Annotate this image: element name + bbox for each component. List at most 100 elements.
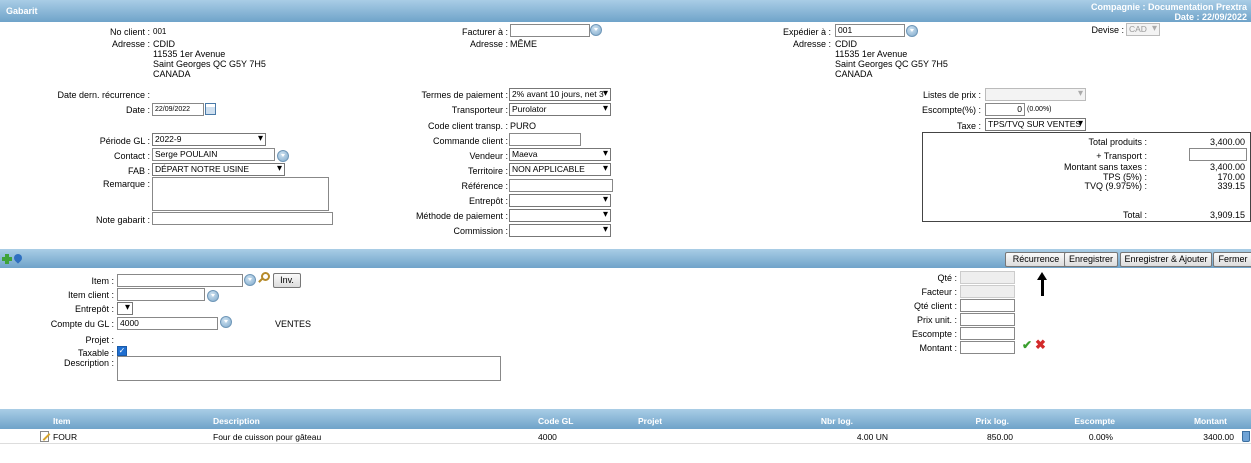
client-item-dropdown-icon[interactable] [207, 290, 219, 302]
client-no-value: 001 [153, 27, 167, 36]
client-item-input[interactable] [117, 288, 205, 301]
item-dropdown-icon[interactable] [244, 274, 256, 286]
col-item[interactable]: Item [53, 416, 70, 426]
gl-label: Compte du GL : [50, 319, 114, 329]
contact-label: Contact : [113, 151, 150, 161]
col-price[interactable]: Prix log. [975, 416, 1009, 426]
bill-address-label: Adresse : [469, 39, 508, 49]
date-label: Date : [125, 105, 150, 115]
contact-input[interactable]: Serge POULAIN [152, 148, 275, 161]
client-item-label: Item client : [67, 290, 114, 300]
discount-input[interactable]: 0 [985, 103, 1025, 116]
date-input[interactable]: 22/09/2022 [152, 103, 204, 116]
bill-address-value: MÊME [510, 39, 537, 49]
table-row[interactable]: FOUR Four de cuisson pour gâteau 4000 4.… [0, 429, 1251, 444]
fab-select[interactable]: DÉPART NOTRE USINE [152, 163, 285, 176]
row-description: Four de cuisson pour gâteau [213, 432, 322, 442]
note-label: Note gabarit : [95, 215, 150, 225]
search-icon[interactable] [258, 272, 270, 283]
order-input[interactable] [509, 133, 581, 146]
col-discount[interactable]: Escompte [1074, 416, 1115, 426]
qty-input[interactable] [960, 271, 1015, 284]
ship-to-dropdown-icon[interactable] [906, 25, 918, 37]
tax-select[interactable]: TPS/TVQ SUR VENTES [985, 118, 1086, 131]
payment-method-select[interactable] [509, 209, 611, 222]
col-project[interactable]: Projet [638, 416, 662, 426]
order-label: Commande client : [432, 136, 508, 146]
price-list-select[interactable] [985, 88, 1086, 101]
save-add-button[interactable]: Enregistrer & Ajouter [1120, 252, 1212, 267]
gl-description: VENTES [275, 319, 312, 329]
ship-to-label: Expédier à : [782, 27, 831, 37]
grand-total-label: Total : [1122, 210, 1147, 220]
period-select[interactable]: 2022-9 [152, 133, 266, 146]
client-no-label: No client : [109, 27, 150, 37]
recurrence-button[interactable]: Récurrence [1005, 252, 1067, 267]
inventory-button[interactable]: Inv. [273, 273, 301, 288]
bill-to-dropdown-icon[interactable] [590, 24, 602, 36]
col-gl-code[interactable]: Code GL [538, 416, 573, 426]
item-label: Item : [91, 276, 114, 286]
save-button[interactable]: Enregistrer [1064, 252, 1118, 267]
description-textarea[interactable] [117, 356, 501, 381]
taxable-checkbox[interactable]: ✓ [117, 346, 127, 356]
pretax-label: Montant sans taxes : [1063, 162, 1147, 172]
transport-input[interactable] [1189, 148, 1247, 161]
grand-total-value: 3,909.15 [1209, 210, 1245, 220]
commission-label: Commission : [453, 226, 508, 236]
seller-select[interactable]: Maeva [509, 148, 611, 161]
row-discount: 0.00% [1088, 432, 1113, 442]
title-bar: Gabarit Compagnie : Documentation Prextr… [0, 0, 1251, 22]
trash-icon[interactable] [1242, 431, 1250, 442]
amount-input[interactable] [960, 341, 1015, 354]
window-title: Gabarit [6, 6, 38, 16]
discount-label: Escompte(%) : [921, 105, 981, 115]
add-icon[interactable] [2, 254, 12, 264]
cancel-icon[interactable]: ✖ [1035, 337, 1046, 353]
factor-input[interactable] [960, 285, 1015, 298]
client-address: CDID 11535 1er Avenue Saint Georges QC G… [153, 39, 266, 79]
header-date: Date : 22/09/2022 [1174, 12, 1247, 22]
reference-label: Référence : [461, 181, 508, 191]
seller-label: Vendeur : [469, 151, 508, 161]
reference-input[interactable] [509, 179, 613, 192]
col-description[interactable]: Description [213, 416, 260, 426]
row-price: 850.00 [987, 432, 1013, 442]
payment-method-label: Méthode de paiement : [415, 211, 508, 221]
client-qty-input[interactable] [960, 299, 1015, 312]
commission-select[interactable] [509, 224, 611, 237]
taxable-label: Taxable : [77, 348, 114, 358]
terms-select[interactable]: 2% avant 10 jours, net 3 [509, 88, 611, 101]
unit-price-input[interactable] [960, 313, 1015, 326]
remark-textarea[interactable] [152, 177, 329, 211]
gl-dropdown-icon[interactable] [220, 316, 232, 328]
item-input[interactable] [117, 274, 243, 287]
warehouse-select[interactable] [509, 194, 611, 207]
unit-price-label: Prix unit. : [916, 315, 957, 325]
price-list-label: Listes de prix : [922, 90, 981, 100]
note-input[interactable] [152, 212, 333, 225]
col-qty[interactable]: Nbr log. [821, 416, 853, 426]
discount-pct: (0.00%) [1027, 106, 1052, 113]
bill-to-input[interactable] [510, 24, 590, 37]
checkmark-icon[interactable]: ✔ [1022, 338, 1032, 352]
col-amount[interactable]: Montant [1194, 416, 1227, 426]
remark-label: Remarque : [102, 179, 150, 189]
calendar-icon[interactable] [205, 103, 216, 115]
gl-input[interactable]: 4000 [117, 317, 218, 330]
pin-icon[interactable] [12, 252, 24, 264]
edit-icon[interactable] [40, 431, 51, 442]
carrier-select[interactable]: Purolator [509, 103, 611, 116]
ship-to-input[interactable]: 001 [835, 24, 905, 37]
item-warehouse-label: Entrepôt : [74, 304, 114, 314]
item-warehouse-select[interactable] [117, 302, 133, 315]
tvq-value: 339.15 [1217, 181, 1245, 191]
contact-dropdown-icon[interactable] [277, 150, 289, 162]
territory-select[interactable]: NON APPLICABLE [509, 163, 611, 176]
close-button[interactable]: Fermer [1213, 252, 1251, 267]
totals-panel: Total produits : 3,400.00 + Transport : … [922, 132, 1251, 222]
bill-to-label: Facturer à : [461, 27, 508, 37]
currency-select[interactable]: CAD [1126, 23, 1160, 36]
arrow-up-icon [1035, 272, 1049, 296]
item-discount-input[interactable] [960, 327, 1015, 340]
